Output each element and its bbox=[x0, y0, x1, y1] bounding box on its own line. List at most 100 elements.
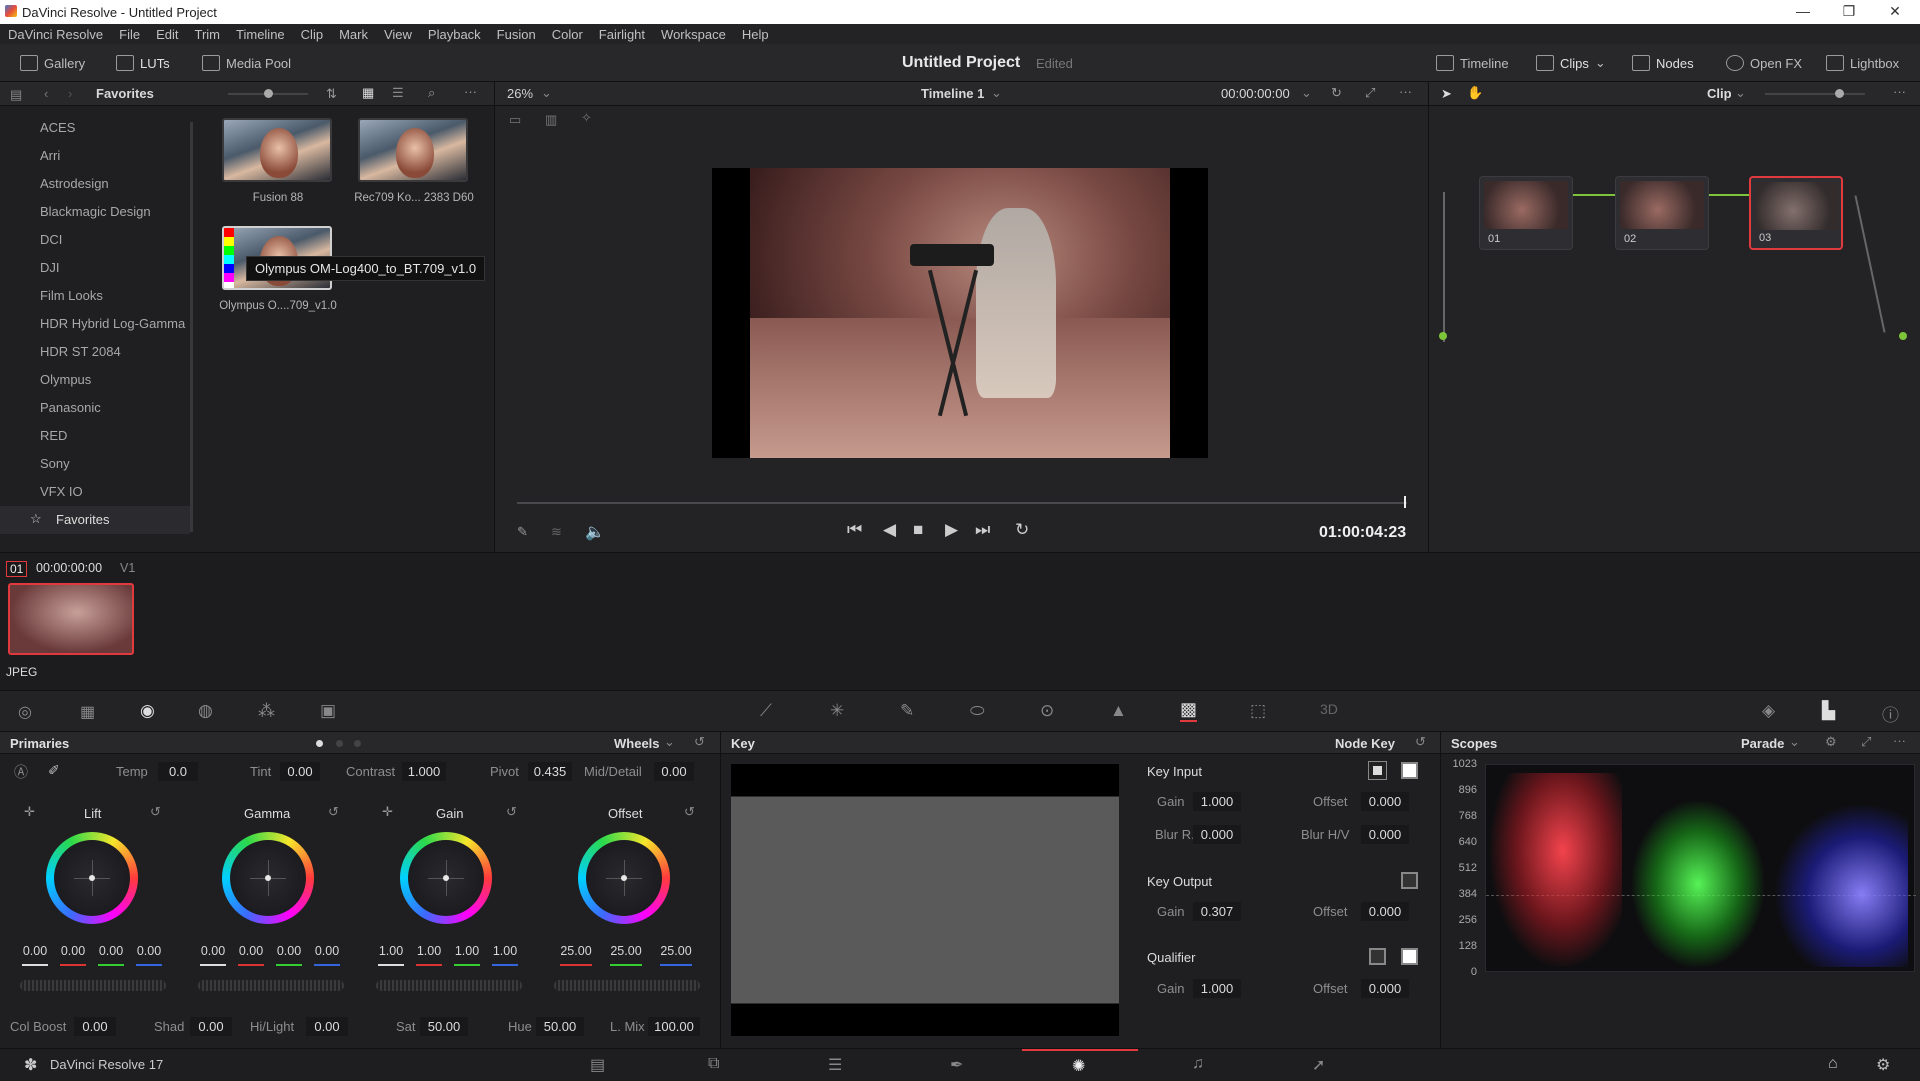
gamma-r-value[interactable]: 0.00 bbox=[234, 944, 268, 958]
offset-master-wheel[interactable] bbox=[554, 980, 700, 991]
temp-value[interactable]: 0.0 bbox=[158, 762, 198, 781]
play-icon[interactable]: ▶ bbox=[945, 520, 958, 540]
lut-thumbnail[interactable] bbox=[222, 118, 332, 182]
gain-y-value[interactable]: 1.00 bbox=[374, 944, 408, 958]
media-pool-button[interactable]: Media Pool bbox=[202, 44, 291, 82]
skip-to-end-icon[interactable]: ⏭ bbox=[975, 520, 990, 540]
fusion-page-icon[interactable]: ✒ bbox=[950, 1055, 963, 1075]
menu-fusion[interactable]: Fusion bbox=[489, 27, 544, 42]
settings-gear-icon[interactable]: ⚙ bbox=[1876, 1055, 1890, 1075]
offset-g-value[interactable]: 25.00 bbox=[604, 944, 648, 958]
skip-to-start-icon[interactable]: ⏮ bbox=[847, 520, 862, 540]
lut-category-item[interactable]: Sony bbox=[40, 456, 70, 471]
key-blur-r[interactable]: 0.000 bbox=[1193, 825, 1241, 844]
gamma-g-value[interactable]: 0.00 bbox=[272, 944, 306, 958]
color-node[interactable]: 01 bbox=[1479, 176, 1573, 250]
key-output-offset[interactable]: 0.000 bbox=[1361, 902, 1409, 921]
rgb-mixer-icon[interactable]: ⁂ bbox=[258, 701, 275, 721]
key-output-toggle[interactable] bbox=[1401, 872, 1418, 889]
categories-scrollbar[interactable] bbox=[190, 122, 193, 532]
key-input-offset[interactable]: 0.000 bbox=[1361, 792, 1409, 811]
reset-icon[interactable]: ↺ bbox=[150, 804, 161, 820]
lut-category-item[interactable]: Panasonic bbox=[40, 400, 101, 415]
output-node-dot[interactable] bbox=[1899, 332, 1907, 340]
gain-master-wheel[interactable] bbox=[376, 980, 522, 991]
hue-value[interactable]: 50.00 bbox=[536, 1017, 584, 1036]
lift-b-value[interactable]: 0.00 bbox=[132, 944, 166, 958]
hilight-value[interactable]: 0.00 bbox=[306, 1017, 348, 1036]
auto-balance-icon[interactable]: Ⓐ bbox=[14, 762, 28, 782]
nodes-toggle[interactable]: Nodes bbox=[1632, 44, 1694, 82]
lut-thumbnail[interactable] bbox=[358, 118, 468, 182]
more-options-icon[interactable]: ··· bbox=[1893, 733, 1906, 748]
cut-page-icon[interactable]: ⧉ bbox=[708, 1055, 719, 1073]
menu-fairlight[interactable]: Fairlight bbox=[591, 27, 653, 42]
node-zoom-slider[interactable] bbox=[1765, 89, 1865, 98]
gain-r-value[interactable]: 1.00 bbox=[412, 944, 446, 958]
menu-workspace[interactable]: Workspace bbox=[653, 27, 734, 42]
media-page-icon[interactable]: ▤ bbox=[590, 1055, 605, 1075]
clip-thumbnail[interactable] bbox=[8, 583, 134, 655]
color-page-tab[interactable]: ✺ bbox=[1022, 1049, 1138, 1081]
play-reverse-icon[interactable]: ◀ bbox=[883, 520, 896, 540]
maximize-button[interactable]: ❐ bbox=[1826, 0, 1872, 24]
menu-timeline[interactable]: Timeline bbox=[228, 27, 293, 42]
pointer-icon[interactable]: ➤ bbox=[1441, 86, 1452, 102]
chevron-down-icon[interactable]: ⌄ bbox=[991, 85, 1002, 101]
edit-page-icon[interactable]: ☰ bbox=[828, 1055, 842, 1075]
pivot-value[interactable]: 0.435 bbox=[528, 762, 572, 781]
contrast-value[interactable]: 1.000 bbox=[402, 762, 446, 781]
lift-master-wheel[interactable] bbox=[20, 980, 166, 991]
minimize-button[interactable]: — bbox=[1780, 0, 1826, 24]
back-arrow-icon[interactable]: ‹ bbox=[44, 86, 48, 101]
gamma-b-value[interactable]: 0.00 bbox=[310, 944, 344, 958]
key-output-gain[interactable]: 0.307 bbox=[1193, 902, 1241, 921]
wipe-icon[interactable]: ▥ bbox=[545, 112, 557, 128]
curves-icon[interactable]: ⟋ bbox=[760, 701, 772, 721]
timeline-toggle[interactable]: Timeline bbox=[1436, 44, 1509, 82]
lut-category-item[interactable]: Blackmagic Design bbox=[40, 204, 151, 219]
blur-icon[interactable]: ▲ bbox=[1110, 701, 1127, 721]
chevron-down-icon[interactable]: ⌄ bbox=[664, 734, 675, 750]
key-icon[interactable]: ▩ bbox=[1180, 699, 1198, 722]
info-icon[interactable]: ⓘ bbox=[1882, 701, 1899, 726]
scopes-toggle-icon[interactable]: ▙ bbox=[1822, 701, 1835, 721]
lightbox-grade-icon[interactable]: ◈ bbox=[1762, 701, 1775, 721]
input-node-dot[interactable] bbox=[1439, 332, 1447, 340]
tracker-icon[interactable]: ⊙ bbox=[1040, 701, 1054, 721]
clip-mode[interactable]: Clip bbox=[1707, 86, 1732, 101]
colboost-value[interactable]: 0.00 bbox=[74, 1017, 116, 1036]
highlight-icon[interactable]: ✧ bbox=[581, 110, 592, 126]
expand-icon[interactable]: ⤢ bbox=[1861, 734, 1871, 750]
scope-mode[interactable]: Parade bbox=[1741, 736, 1784, 751]
lmix-value[interactable]: 100.00 bbox=[648, 1017, 700, 1036]
color-node[interactable]: 02 bbox=[1615, 176, 1709, 250]
slider-knob[interactable] bbox=[264, 89, 273, 98]
menu-help[interactable]: Help bbox=[734, 27, 777, 42]
more-options-icon[interactable]: ··· bbox=[1399, 84, 1412, 99]
gamma-y-value[interactable]: 0.00 bbox=[196, 944, 230, 958]
lut-category-item[interactable]: DJI bbox=[40, 260, 60, 275]
motion-effects-icon[interactable]: ▣ bbox=[320, 701, 336, 721]
forward-arrow-icon[interactable]: › bbox=[68, 86, 72, 101]
search-icon[interactable]: ⌕ bbox=[428, 85, 435, 101]
tint-value[interactable]: 0.00 bbox=[280, 762, 320, 781]
menu-trim[interactable]: Trim bbox=[187, 27, 229, 42]
color-wheels-icon[interactable]: ◉ bbox=[140, 701, 155, 721]
gain-b-value[interactable]: 1.00 bbox=[488, 944, 522, 958]
zoom-level[interactable]: 26% bbox=[507, 86, 533, 101]
lut-category-item[interactable]: VFX IO bbox=[40, 484, 83, 499]
list-view-icon[interactable]: ☰ bbox=[392, 85, 404, 101]
hand-icon[interactable]: ✋ bbox=[1467, 85, 1483, 101]
middetail-value[interactable]: 0.00 bbox=[654, 762, 694, 781]
lut-category-item[interactable]: RED bbox=[40, 428, 67, 443]
camera-raw-icon[interactable]: ◎ bbox=[18, 702, 32, 722]
gamma-master-wheel[interactable] bbox=[198, 980, 344, 991]
picker-icon[interactable]: ✐ bbox=[48, 762, 60, 779]
more-options-icon[interactable]: ··· bbox=[1893, 84, 1906, 99]
sizing-icon[interactable]: ⬚ bbox=[1250, 701, 1266, 721]
qualifier-mask-toggle[interactable] bbox=[1369, 948, 1386, 965]
video-frame[interactable] bbox=[712, 168, 1208, 458]
crosshair-icon[interactable]: ✛ bbox=[382, 804, 393, 820]
lut-category-item[interactable]: ACES bbox=[40, 120, 75, 135]
